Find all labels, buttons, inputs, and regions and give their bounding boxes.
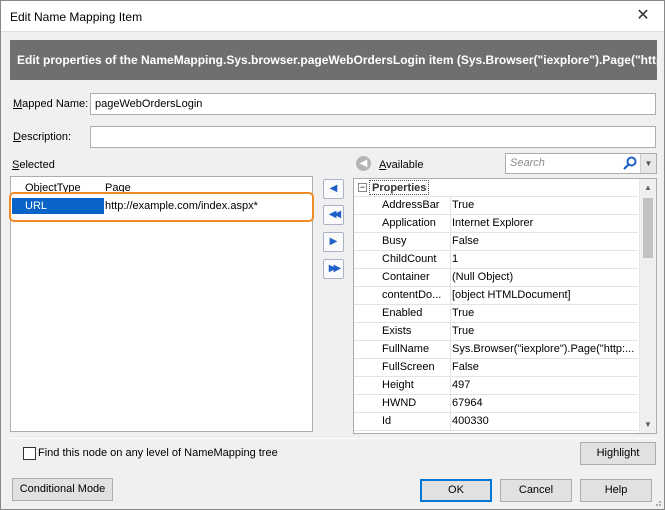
- property-name: Enabled: [382, 307, 423, 319]
- find-node-label[interactable]: Find this node on any level of NameMappi…: [38, 447, 278, 459]
- ok-button[interactable]: OK: [420, 479, 492, 502]
- property-name: Container: [382, 271, 430, 283]
- property-name: ChildCount: [382, 253, 437, 265]
- property-value: 67964: [450, 395, 638, 412]
- property-row[interactable]: Exists True: [354, 323, 638, 341]
- close-icon[interactable]: ✕: [632, 5, 654, 27]
- search-box[interactable]: Search ▼: [505, 153, 657, 174]
- arrow-right-icon[interactable]: ▶: [323, 232, 344, 252]
- property-value: True: [450, 197, 638, 214]
- properties-group-label: Properties: [369, 180, 430, 195]
- property-row[interactable]: Height 497: [354, 377, 638, 395]
- arrow-left-icon[interactable]: ◀: [323, 179, 344, 199]
- find-node-checkbox[interactable]: [23, 447, 36, 460]
- edit-name-mapping-dialog: Edit Name Mapping Item ✕ Edit properties…: [0, 0, 665, 510]
- property-row[interactable]: contentDo... [object HTMLDocument]: [354, 287, 638, 305]
- available-label: Available: [379, 159, 424, 171]
- property-value: (Null Object): [450, 269, 638, 286]
- property-value: False: [450, 233, 638, 250]
- property-row[interactable]: Container (Null Object): [354, 269, 638, 287]
- window-title: Edit Name Mapping Item: [10, 10, 143, 24]
- chevron-down-icon[interactable]: ▼: [640, 154, 656, 173]
- description-input[interactable]: [90, 126, 656, 148]
- highlight-button[interactable]: Highlight: [580, 442, 656, 465]
- property-name: Height: [382, 379, 414, 391]
- double-arrow-left-icon[interactable]: ◀◀: [323, 205, 344, 225]
- property-name: HWND: [382, 397, 417, 409]
- available-properties-grid[interactable]: − Properties AddressBar True Application In…: [353, 178, 657, 434]
- property-row[interactable]: Busy False: [354, 233, 638, 251]
- scroll-down-icon[interactable]: ▼: [640, 416, 656, 433]
- property-value: Sys.Browser("iexplore").Page("http:...: [450, 341, 638, 358]
- collapse-icon[interactable]: −: [358, 183, 367, 192]
- property-name: Busy: [382, 235, 407, 247]
- selected-label: Selected: [12, 159, 55, 171]
- property-value: [object HTMLDocument]: [450, 287, 638, 304]
- separator: [10, 438, 657, 439]
- property-name: Id: [382, 415, 392, 427]
- property-row[interactable]: HWND 67964: [354, 395, 638, 413]
- property-name: FullName: [382, 343, 430, 355]
- resize-grip-icon[interactable]: [652, 497, 662, 507]
- conditional-mode-button[interactable]: Conditional Mode: [12, 478, 113, 501]
- title-bar: Edit Name Mapping Item ✕: [1, 1, 664, 32]
- property-value: 1: [450, 251, 638, 268]
- search-icon[interactable]: [622, 155, 638, 171]
- help-button[interactable]: Help: [580, 479, 652, 502]
- scroll-thumb[interactable]: [643, 198, 653, 258]
- cancel-button[interactable]: Cancel: [500, 479, 572, 502]
- property-value: 400330: [450, 413, 638, 430]
- property-row[interactable]: Application Internet Explorer: [354, 215, 638, 233]
- property-name: Application: [382, 217, 436, 229]
- description-label: Description:: [13, 131, 72, 143]
- property-row[interactable]: FullScreen False: [354, 359, 638, 377]
- mapped-name-label: Mapped Name:: [13, 98, 89, 110]
- property-name: Exists: [382, 325, 412, 337]
- search-input[interactable]: Search: [510, 157, 545, 169]
- back-arrow-icon[interactable]: ◀: [356, 156, 371, 171]
- property-row[interactable]: Id 400330: [354, 413, 638, 431]
- properties-group-header[interactable]: − Properties: [354, 179, 638, 197]
- mapped-name-input[interactable]: pageWebOrdersLogin: [90, 93, 656, 115]
- property-name: AddressBar: [382, 199, 440, 211]
- double-arrow-right-icon[interactable]: ▶▶: [323, 259, 344, 279]
- header-banner: Edit properties of the NameMapping.Sys.b…: [10, 40, 657, 80]
- property-row[interactable]: AddressBar True: [354, 197, 638, 215]
- scroll-up-icon[interactable]: ▲: [640, 179, 656, 196]
- vertical-scrollbar[interactable]: ▲ ▼: [639, 179, 656, 433]
- property-name: contentDo...: [382, 289, 442, 301]
- property-name: FullScreen: [382, 361, 435, 373]
- property-value: 497: [450, 377, 638, 394]
- property-row[interactable]: FullName Sys.Browser("iexplore").Page("ht…: [354, 341, 638, 359]
- property-row[interactable]: Enabled True: [354, 305, 638, 323]
- property-value: False: [450, 359, 638, 376]
- property-value: Internet Explorer: [450, 215, 638, 232]
- property-value: True: [450, 323, 638, 340]
- property-value: True: [450, 305, 638, 322]
- url-row-highlight-frame: [9, 192, 314, 222]
- property-row[interactable]: ChildCount 1: [354, 251, 638, 269]
